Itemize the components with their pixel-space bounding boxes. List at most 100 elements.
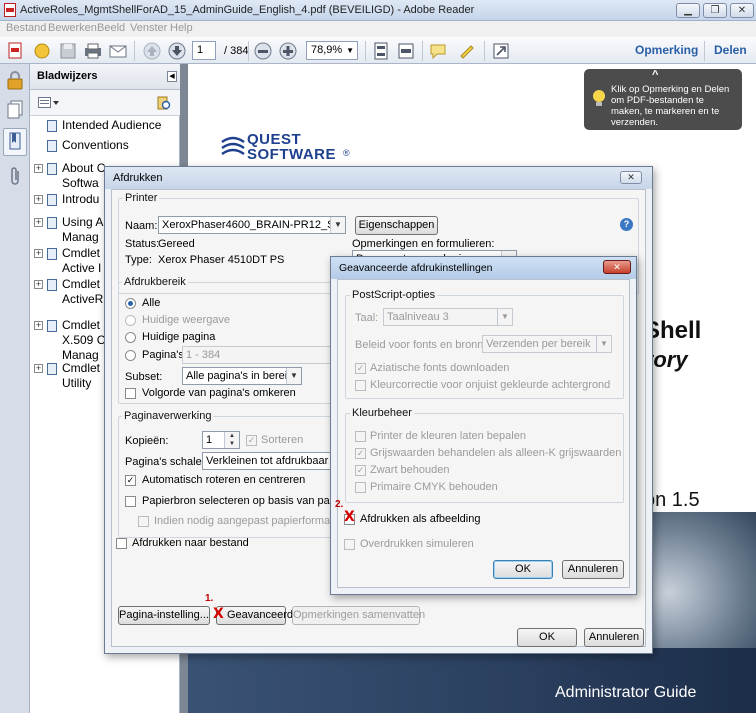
- save-icon[interactable]: [58, 41, 78, 61]
- bookmark-item[interactable]: + Cmdlet ActiveR: [34, 277, 103, 307]
- range-all-radio[interactable]: [125, 298, 136, 309]
- page-number-input[interactable]: 1: [192, 41, 216, 60]
- color-correct-checkbox[interactable]: [355, 380, 366, 391]
- collaborate-icon[interactable]: [32, 41, 52, 61]
- print-dialog-close-button[interactable]: ✕: [620, 171, 642, 184]
- color-management-label: Kleurbeheer: [350, 407, 414, 419]
- bookmark-label: Cmdlet X.509 C Manag: [62, 318, 105, 363]
- reverse-pages-label: Volgorde van pagina's omkeren: [142, 387, 296, 399]
- close-window-button[interactable]: ✕: [730, 3, 754, 18]
- bookmark-item[interactable]: + About C Softwa: [34, 161, 105, 191]
- menu-bar: Bestand Bewerken Beeld Venster Help: [0, 21, 756, 37]
- expand-toggle-icon[interactable]: +: [34, 195, 43, 205]
- create-pdf-icon[interactable]: [6, 41, 26, 61]
- expand-toggle-icon[interactable]: +: [34, 218, 43, 228]
- share-panel-link[interactable]: Delen: [714, 43, 747, 57]
- chevron-down-icon: ▼: [346, 46, 354, 55]
- grayscale-checkbox[interactable]: ✓: [355, 448, 366, 459]
- bookmark-label: About C Softwa: [62, 161, 105, 191]
- bookmarks-header: Bladwijzers ◀: [30, 64, 180, 90]
- advanced-cancel-button[interactable]: Annuleren: [562, 560, 624, 579]
- paperclip-icon[interactable]: [7, 166, 23, 191]
- highlight-icon[interactable]: [457, 41, 477, 61]
- subset-select[interactable]: Alle pagina's in bereik ▼: [182, 367, 302, 385]
- bookmark-item[interactable]: + Cmdlet Utility: [34, 361, 100, 391]
- range-current-view-radio[interactable]: [125, 315, 136, 326]
- find-bookmark-icon[interactable]: [156, 95, 172, 114]
- expand-toggle-icon[interactable]: +: [34, 280, 43, 290]
- print-cancel-button[interactable]: Annuleren: [584, 628, 644, 647]
- email-icon[interactable]: [108, 41, 128, 61]
- page-setup-button[interactable]: Pagina-instelling...: [118, 606, 210, 625]
- expand-toggle-icon[interactable]: +: [34, 164, 43, 174]
- bookmark-item[interactable]: + Cmdlet Active I: [34, 246, 101, 276]
- help-icon[interactable]: ?: [620, 218, 633, 231]
- restore-button[interactable]: ❐: [703, 3, 727, 18]
- bookmark-item[interactable]: + Introdu: [34, 192, 99, 207]
- asian-fonts-checkbox[interactable]: ✓: [355, 363, 366, 374]
- print-as-image-label: Afdrukken als afbeelding: [360, 513, 481, 525]
- menu-file[interactable]: Bestand: [6, 22, 46, 34]
- printer-select[interactable]: XeroxPhaser4600_BRAIN-PR12_Secretariaat …: [158, 216, 346, 234]
- fit-page-icon[interactable]: [371, 41, 391, 61]
- range-current-page-radio[interactable]: [125, 332, 136, 343]
- fit-width-icon[interactable]: [396, 41, 416, 61]
- print-ok-button[interactable]: OK: [517, 628, 577, 647]
- comment-bubble-icon[interactable]: [428, 41, 448, 61]
- expand-toggle-icon[interactable]: +: [34, 364, 43, 374]
- bookmark-label: Conventions: [62, 138, 129, 153]
- minimize-button[interactable]: ▁: [676, 3, 700, 18]
- language-select[interactable]: Taalniveau 3 ▼: [383, 308, 513, 326]
- advanced-dialog-close-button[interactable]: ✕: [603, 260, 631, 274]
- custom-paper-checkbox[interactable]: [138, 516, 149, 527]
- reverse-pages-checkbox[interactable]: [125, 388, 136, 399]
- advanced-ok-button[interactable]: OK: [493, 560, 553, 579]
- overprint-checkbox[interactable]: [344, 539, 355, 550]
- menu-edit[interactable]: Bewerken: [48, 22, 97, 34]
- keep-black-checkbox[interactable]: ✓: [355, 465, 366, 476]
- bookmark-item[interactable]: Conventions: [34, 138, 129, 153]
- next-page-icon[interactable]: [167, 41, 187, 61]
- printer-colors-label: Printer de kleuren laten bepalen: [370, 430, 526, 442]
- range-pages-radio[interactable]: [125, 350, 136, 361]
- bookmarks-title: Bladwijzers: [37, 70, 98, 82]
- chevron-down-icon: ▼: [330, 217, 345, 233]
- menu-window[interactable]: Venster: [130, 22, 167, 34]
- font-policy-select[interactable]: Verzenden per bereik ▼: [482, 335, 612, 353]
- collapse-panel-icon[interactable]: ◀: [167, 71, 177, 82]
- stepper-icon[interactable]: ▲ ▼: [224, 432, 239, 448]
- copies-input[interactable]: 1 ▲ ▼: [202, 431, 240, 449]
- bookmark-item[interactable]: Intended Audience: [34, 118, 161, 133]
- zoom-select[interactable]: 78,9% ▼: [306, 41, 358, 60]
- print-icon[interactable]: [83, 41, 103, 61]
- keep-cmyk-checkbox[interactable]: [355, 482, 366, 493]
- auto-rotate-checkbox[interactable]: ✓: [125, 475, 136, 486]
- lock-icon[interactable]: [6, 70, 24, 93]
- comment-panel-link[interactable]: Opmerking: [635, 43, 698, 57]
- pages-range-input[interactable]: 1 - 384: [182, 346, 334, 364]
- page-scaling-select[interactable]: Verkleinen tot afdrukbaar gebied: [202, 452, 334, 470]
- bookmark-item[interactable]: + Using A Manag: [34, 215, 103, 245]
- bookmarks-tab[interactable]: [3, 128, 27, 156]
- menu-view[interactable]: Beeld: [97, 22, 125, 34]
- printer-colors-checkbox[interactable]: [355, 431, 366, 442]
- bookmark-item[interactable]: + Cmdlet X.509 C Manag: [34, 318, 105, 363]
- options-menu-icon[interactable]: [38, 97, 60, 112]
- menu-help[interactable]: Help: [170, 22, 193, 34]
- print-dialog-titlebar: Afdrukken ✕: [105, 167, 652, 189]
- zoom-out-icon[interactable]: [253, 41, 273, 61]
- toolbar-separator: [365, 41, 366, 61]
- expand-toggle-icon[interactable]: +: [34, 321, 43, 331]
- summarize-comments-button[interactable]: Opmerkingen samenvatten: [292, 606, 425, 625]
- print-to-file-checkbox[interactable]: [116, 538, 127, 549]
- collate-checkbox[interactable]: ✓: [246, 435, 257, 446]
- bookmark-icon: [47, 247, 57, 260]
- advanced-button[interactable]: Geavanceerd: [216, 606, 293, 625]
- zoom-in-icon[interactable]: [278, 41, 298, 61]
- properties-button[interactable]: Eigenschappen: [355, 216, 438, 235]
- paper-source-checkbox[interactable]: [125, 496, 136, 507]
- previous-page-icon[interactable]: [142, 41, 162, 61]
- expand-icon[interactable]: [491, 41, 511, 61]
- pages-icon[interactable]: [6, 100, 24, 123]
- expand-toggle-icon[interactable]: +: [34, 249, 43, 259]
